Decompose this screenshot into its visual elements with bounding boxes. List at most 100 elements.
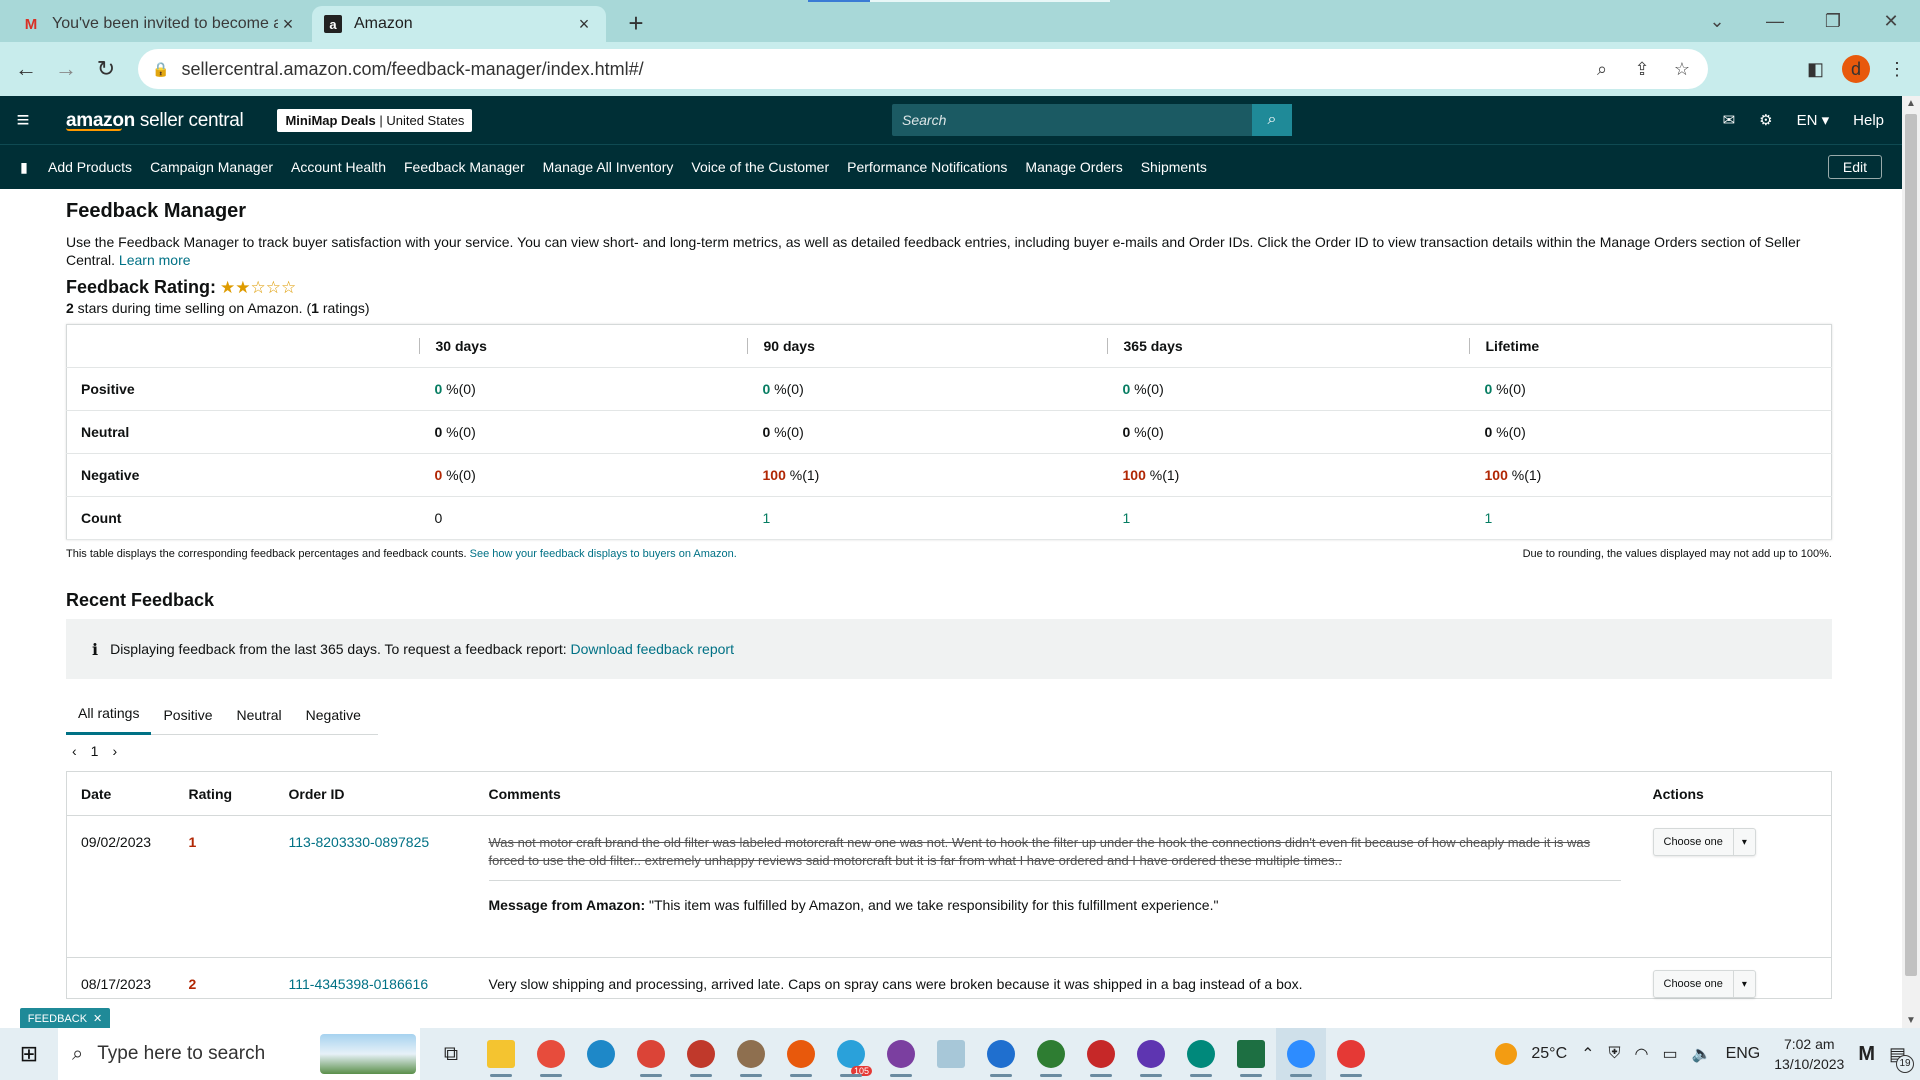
lock-icon[interactable]: 🔒 [152, 61, 169, 78]
task-view-icon[interactable]: ⧉ [426, 1028, 476, 1080]
order-id-link[interactable]: 113-8203330-0897825 [274, 815, 475, 958]
prev-page-icon[interactable]: ‹ [72, 743, 77, 759]
zoom-icon[interactable] [1276, 1028, 1326, 1080]
reload-icon[interactable]: ↻ [86, 49, 126, 89]
chrome-profile-icon[interactable] [776, 1028, 826, 1080]
close-tab-icon[interactable]: × [278, 14, 298, 35]
back-arrow-icon[interactable]: ← [6, 49, 46, 89]
nav-manage-orders[interactable]: Manage Orders [1025, 159, 1122, 175]
tab-negative[interactable]: Negative [294, 695, 373, 735]
chrome-profile-icon[interactable] [626, 1028, 676, 1080]
amazon-message: Message from Amazon: "This item was fulf… [488, 897, 1219, 913]
order-id-link[interactable]: 111-4345398-0186616 [275, 958, 475, 999]
download-report-link[interactable]: Download feedback report [571, 641, 734, 657]
edge-icon[interactable] [576, 1028, 626, 1080]
nav-shipments[interactable]: Shipments [1141, 159, 1207, 175]
scrollbar-thumb[interactable] [1905, 114, 1917, 976]
volume-icon[interactable]: 🔈 [1692, 1044, 1712, 1064]
forward-arrow-icon[interactable]: → [46, 49, 86, 89]
tab-search-icon[interactable]: ⌄ [1688, 0, 1746, 42]
buyer-display-link[interactable]: See how your feedback displays to buyers… [470, 548, 737, 560]
restore-button[interactable]: ❐ [1804, 0, 1862, 42]
wifi-icon[interactable]: ◠ [1635, 1044, 1649, 1064]
page-scrollbar[interactable]: ▲ ▼ [1902, 96, 1920, 1028]
temperature[interactable]: 25°C [1531, 1045, 1567, 1063]
excel-icon[interactable] [1226, 1028, 1276, 1080]
input-language[interactable]: ENG [1726, 1045, 1761, 1063]
tab-all-ratings[interactable]: All ratings [66, 695, 152, 735]
chrome-profile-icon[interactable] [1176, 1028, 1226, 1080]
learn-more-link[interactable]: Learn more [119, 252, 191, 268]
gear-icon[interactable]: ⚙ [1759, 111, 1772, 129]
browser-tab-gmail[interactable]: M You've been invited to become a × [10, 6, 310, 42]
clock[interactable]: 7:02 am 13/10/2023 [1774, 1034, 1844, 1074]
chrome-icon[interactable] [1326, 1028, 1376, 1080]
scroll-down-icon[interactable]: ▼ [1902, 1015, 1920, 1026]
browser-tab-amazon[interactable]: a Amazon × [312, 6, 606, 42]
mail-icon[interactable]: ✉ [1723, 111, 1736, 129]
address-bar[interactable]: 🔒 sellercentral.amazon.com/feedback-mana… [138, 49, 1708, 89]
url-text[interactable]: sellercentral.amazon.com/feedback-manage… [181, 59, 1590, 80]
seller-central-logo[interactable]: amazon seller central [66, 110, 244, 131]
chrome-profile-icon[interactable] [726, 1028, 776, 1080]
file-explorer-icon[interactable] [476, 1028, 526, 1080]
chrome-profile-icon[interactable] [1126, 1028, 1176, 1080]
count-cell[interactable]: 1 [1468, 496, 1832, 540]
nav-feedback-manager[interactable]: Feedback Manager [404, 159, 525, 175]
chrome-profile-icon[interactable] [676, 1028, 726, 1080]
bookmark-star-icon[interactable]: ☆ [1670, 59, 1694, 80]
meet-now-icon[interactable]: M [1858, 1043, 1875, 1066]
close-window-button[interactable]: ✕ [1862, 0, 1920, 42]
close-tab-icon[interactable]: × [574, 14, 594, 35]
minimize-button[interactable]: — [1746, 0, 1804, 42]
nav-manage-all-inventory[interactable]: Manage All Inventory [543, 159, 674, 175]
tab-neutral[interactable]: Neutral [225, 695, 294, 735]
notification-icon[interactable]: ▤ 19 [1889, 1044, 1914, 1073]
taskbar-search[interactable]: ⌕ Type here to search [58, 1028, 420, 1080]
feedback-widget-tab[interactable]: FEEDBACK ✕ [20, 1008, 110, 1029]
scroll-up-icon[interactable]: ▲ [1902, 98, 1920, 109]
action-dropdown[interactable]: Choose one ▾ [1652, 970, 1756, 998]
seller-search[interactable]: Search ⌕ [892, 104, 1292, 136]
zoom-icon[interactable]: ⌕ [1590, 59, 1614, 80]
security-icon[interactable]: ⛨ [1609, 1045, 1621, 1063]
tab-positive[interactable]: Positive [151, 695, 224, 735]
battery-icon[interactable]: ▭ [1663, 1044, 1678, 1064]
search-icon[interactable]: ⌕ [1252, 104, 1292, 136]
search-input[interactable]: Search [892, 112, 1252, 128]
chrome-profile-icon[interactable] [1076, 1028, 1126, 1080]
chrome-profile-icon[interactable] [876, 1028, 926, 1080]
browser-menu-icon[interactable]: ⋮ [1888, 59, 1906, 80]
hamburger-menu-icon[interactable]: ≡ [0, 107, 46, 133]
taskbar-search-input[interactable]: Type here to search [97, 1043, 320, 1065]
nav-account-health[interactable]: Account Health [291, 159, 386, 175]
count-cell[interactable]: 1 [1106, 496, 1469, 540]
bookmark-icon[interactable]: ▮ [0, 159, 48, 176]
help-link[interactable]: Help [1853, 112, 1884, 129]
next-page-icon[interactable]: › [112, 743, 117, 759]
weather-icon[interactable] [1495, 1043, 1518, 1065]
share-icon[interactable]: ⇪ [1630, 59, 1654, 80]
edit-nav-button[interactable]: Edit [1827, 155, 1882, 179]
close-icon[interactable]: ✕ [93, 1012, 102, 1025]
chevron-up-icon[interactable]: ⌃ [1581, 1044, 1594, 1064]
nav-performance-notifications[interactable]: Performance Notifications [847, 159, 1007, 175]
side-panel-icon[interactable]: ◧ [1807, 59, 1824, 80]
store-switcher[interactable]: MiniMap Deals | United States [277, 108, 473, 132]
telegram-icon[interactable]: 105 [826, 1028, 876, 1080]
current-page[interactable]: 1 [91, 743, 99, 759]
language-selector[interactable]: EN ▾ [1797, 111, 1830, 129]
nav-add-products[interactable]: Add Products [48, 159, 132, 175]
table-row: 08/17/2023 2 111-4345398-0186616 Very sl… [67, 958, 1832, 999]
nav-campaign-manager[interactable]: Campaign Manager [150, 159, 273, 175]
notes-app-icon[interactable] [926, 1028, 976, 1080]
new-tab-button[interactable]: + [622, 8, 650, 39]
chrome-profile-icon[interactable] [1026, 1028, 1076, 1080]
action-dropdown[interactable]: Choose one ▾ [1652, 828, 1756, 856]
nav-voice-of-customer[interactable]: Voice of the Customer [691, 159, 829, 175]
count-cell[interactable]: 1 [746, 496, 1107, 540]
snip-tool-icon[interactable] [526, 1028, 576, 1080]
chrome-profile-icon[interactable] [976, 1028, 1026, 1080]
windows-start-icon[interactable]: ⊞ [0, 1041, 58, 1067]
profile-avatar[interactable]: d [1842, 55, 1870, 83]
